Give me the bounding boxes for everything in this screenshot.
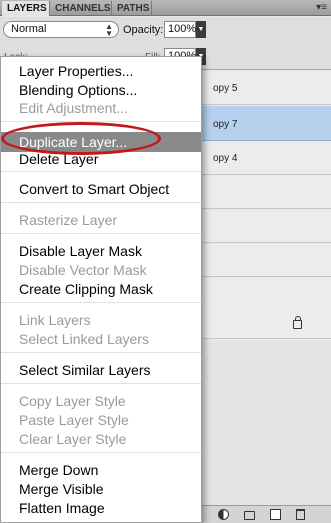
menu-separator — [1, 302, 201, 303]
lock-icon — [293, 316, 302, 329]
menu-item-convert-to-smart-object[interactable]: Convert to Smart Object — [19, 180, 169, 198]
menu-separator — [1, 383, 201, 384]
menu-item-blending-options[interactable]: Blending Options... — [19, 81, 137, 99]
tab-paths[interactable]: PATHS — [112, 1, 152, 16]
menu-item-paste-layer-style: Paste Layer Style — [19, 412, 129, 428]
layer-name: opy 4 — [213, 153, 238, 164]
menu-item-disable-layer-mask[interactable]: Disable Layer Mask — [19, 242, 142, 260]
panel-menu-icon[interactable]: ▾≡ — [316, 2, 327, 13]
tab-channels[interactable]: CHANNELS — [50, 1, 112, 16]
menu-item-delete-layer[interactable]: Delete Layer — [19, 150, 98, 168]
menu-item-layer-properties[interactable]: Layer Properties... — [19, 62, 133, 80]
layer-name: opy 5 — [213, 83, 238, 94]
menu-item-disable-vector-mask: Disable Vector Mask — [19, 262, 147, 278]
menu-separator — [1, 452, 201, 453]
menu-separator — [1, 352, 201, 353]
trash-icon[interactable] — [296, 509, 305, 520]
opacity-dropdown-button[interactable]: ▼ — [196, 21, 206, 38]
menu-item-select-linked-layers: Select Linked Layers — [19, 331, 149, 347]
blend-mode-value: Normal — [11, 23, 47, 35]
panel-tab-bar: LAYERS CHANNELS PATHS ▾≡ — [0, 0, 331, 16]
blend-mode-select[interactable]: Normal ▲ ▼ — [3, 21, 119, 38]
menu-item-rasterize-layer: Rasterize Layer — [19, 212, 118, 228]
tab-layers[interactable]: LAYERS — [2, 1, 50, 16]
new-layer-icon[interactable] — [270, 509, 281, 520]
new-group-folder-icon[interactable] — [244, 511, 255, 520]
menu-separator — [1, 202, 201, 203]
opacity-input[interactable]: 100% — [164, 21, 196, 38]
menu-item-edit-adjustment: Edit Adjustment... — [19, 100, 128, 116]
menu-item-flatten-image[interactable]: Flatten Image — [19, 499, 105, 517]
menu-separator — [1, 233, 201, 234]
menu-item-clear-layer-style: Clear Layer Style — [19, 431, 127, 447]
menu-item-copy-layer-style: Copy Layer Style — [19, 393, 126, 409]
menu-item-merge-visible[interactable]: Merge Visible — [19, 480, 104, 498]
updown-arrows-icon: ▲ ▼ — [105, 22, 113, 38]
menu-item-select-similar-layers[interactable]: Select Similar Layers — [19, 361, 151, 379]
layer-name: opy 7 — [213, 119, 238, 130]
menu-item-create-clipping-mask[interactable]: Create Clipping Mask — [19, 280, 153, 298]
menu-item-merge-down[interactable]: Merge Down — [19, 461, 98, 479]
adjustment-layer-icon[interactable] — [218, 509, 229, 520]
layer-context-menu: Layer Properties... Blending Options... … — [0, 56, 202, 523]
menu-item-link-layers: Link Layers — [19, 312, 91, 328]
blend-controls: Normal ▲ ▼ Opacity: 100% ▼ — [0, 17, 331, 45]
menu-separator — [1, 171, 201, 172]
opacity-label: Opacity: — [123, 24, 164, 36]
